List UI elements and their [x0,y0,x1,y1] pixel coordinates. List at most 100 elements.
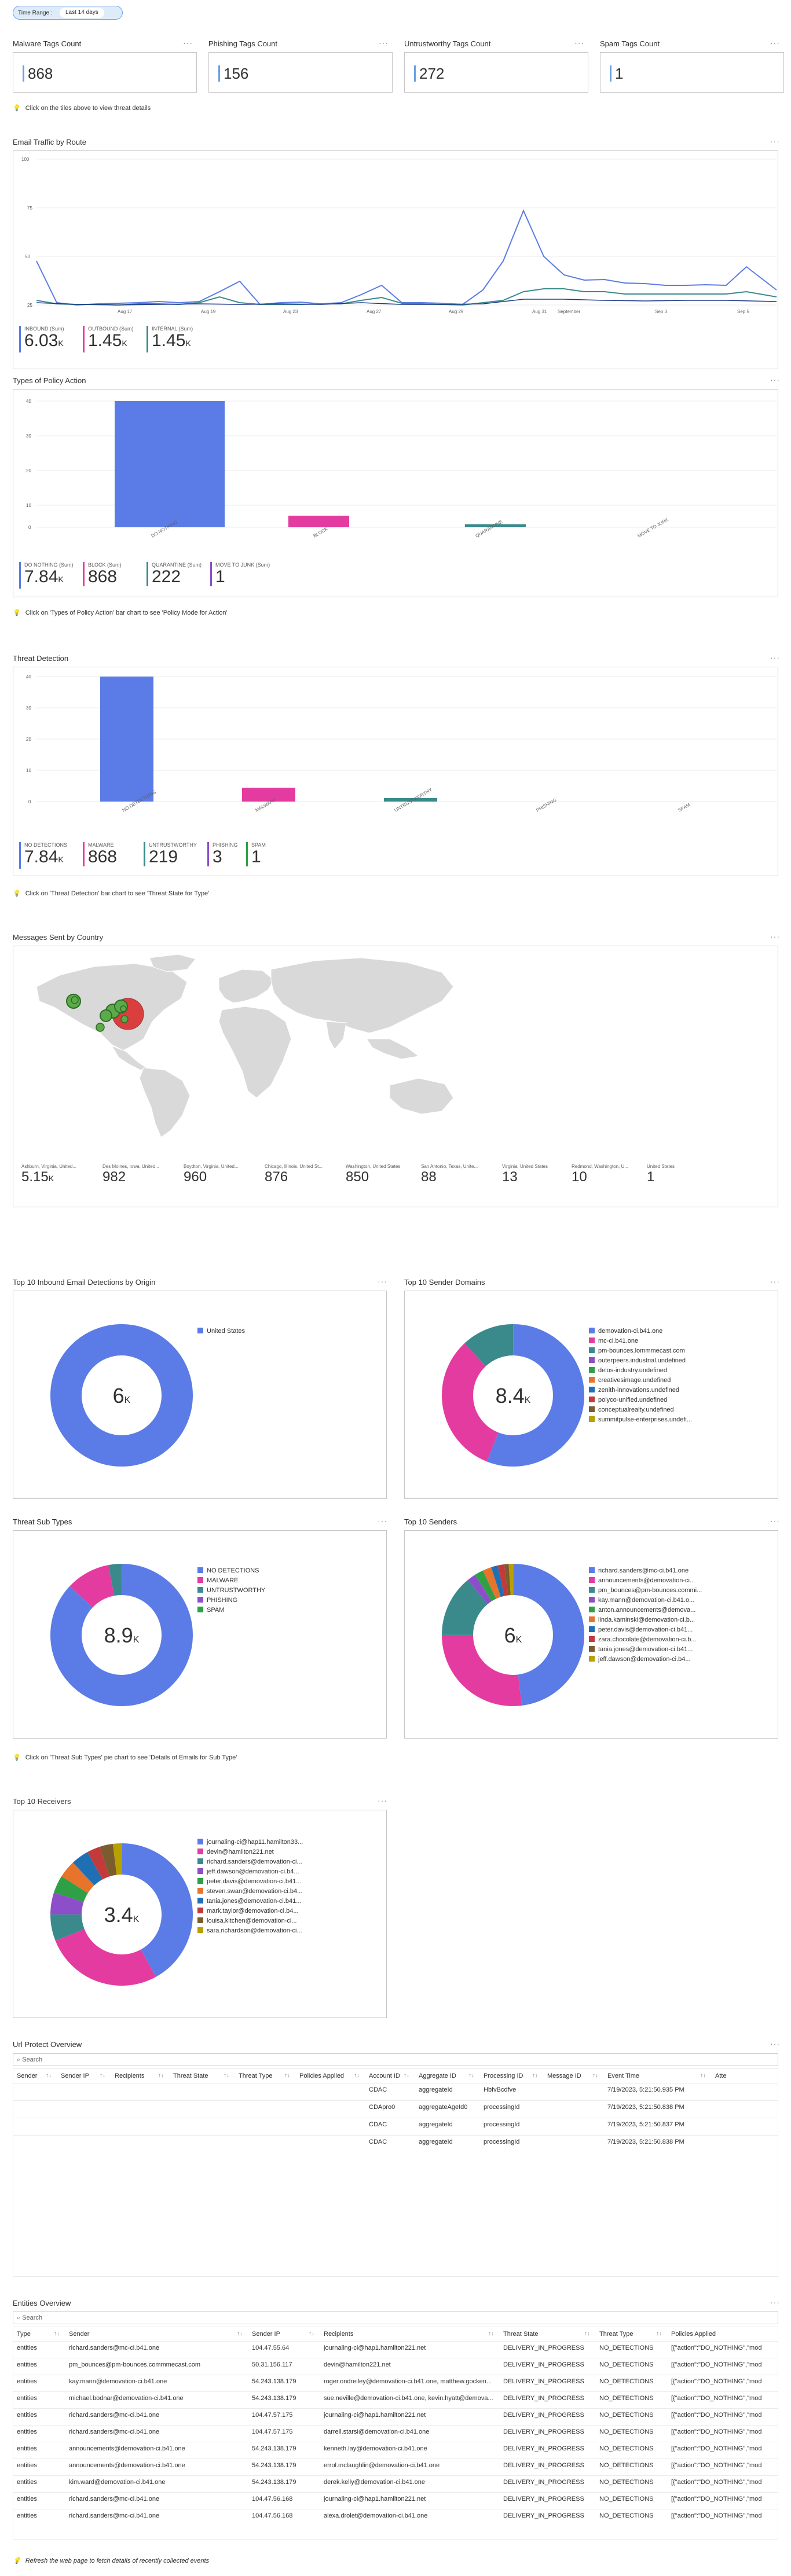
legend-item[interactable]: demovation-ci.b41.one [589,1327,692,1337]
legend-item[interactable]: pm_bounces@pm-bounces.commi... [589,1586,702,1596]
column-header[interactable]: Policies Applied [299,2072,344,2079]
table-row[interactable] [13,2425,778,2426]
map-stat[interactable]: Ashburn, Virginia, United... 5.15K [21,1164,76,1185]
tile-phishing[interactable]: 156 [208,52,393,93]
receivers-menu-icon[interactable]: ··· [378,1796,387,1805]
policy-bar-block[interactable] [288,516,349,527]
column-header[interactable]: Aggregate ID [419,2072,456,2079]
threat-legend-phishing[interactable]: PHISHING 3 [207,842,238,866]
tile-menu-icon[interactable]: ··· [770,38,780,47]
threat-legend-malware[interactable]: MALWARE 868 [83,842,117,866]
sort-icon[interactable]: ↑↓ [284,2072,290,2079]
legend-item[interactable]: polyco-unified.undefined [589,1396,692,1406]
bubble-virginia[interactable] [120,1015,129,1023]
bubble-chicago[interactable] [100,1009,112,1022]
tile-malware[interactable]: 868 [13,52,197,93]
bubble-redmond[interactable] [71,996,79,1004]
legend-item[interactable]: conceptualrealty.undefined [589,1406,692,1416]
column-header[interactable]: Message ID [547,2072,581,2079]
legend-item[interactable]: richard.sanders@mc-ci.b41.one [589,1567,702,1577]
legend-item[interactable]: peter.davis@demovation-ci.b41... [197,1877,303,1887]
sort-icon[interactable]: ↑↓ [309,2331,314,2337]
column-header[interactable]: Sender IP [61,2072,89,2079]
column-header[interactable]: Type [17,2331,31,2338]
legend-item[interactable]: United States [197,1327,245,1337]
time-range-value[interactable]: Last 14 days [60,8,104,18]
origin-menu-icon[interactable]: ··· [378,1277,387,1286]
map-stat[interactable]: Virginia, United States 13 [502,1164,548,1185]
tile-untrustworthy[interactable]: 272 [404,52,588,93]
map-stat[interactable]: Chicago, Illinois, United St... 876 [265,1164,323,1185]
threat-bar-malware[interactable] [242,788,295,802]
column-header[interactable]: Sender [17,2072,37,2079]
column-header[interactable]: Threat Type [599,2331,633,2338]
legend-item[interactable]: sara.richardson@demovation-ci... [197,1927,303,1936]
legend-item[interactable]: NO DETECTIONS [197,1567,265,1577]
map-stat[interactable]: United States 1 [647,1164,675,1185]
column-header[interactable]: Recipients [324,2331,353,2338]
legend-item[interactable]: kay.mann@demovation-ci.b41.o... [589,1596,702,1606]
subtypes-menu-icon[interactable]: ··· [378,1516,387,1526]
legend-item[interactable]: richard.sanders@demovation-ci... [197,1858,303,1868]
column-header[interactable]: Recipients [115,2072,144,2079]
sort-icon[interactable]: ↑↓ [237,2331,243,2337]
sort-icon[interactable]: ↑↓ [46,2072,52,2079]
domains-menu-icon[interactable]: ··· [770,1277,780,1286]
legend-item[interactable]: devin@hamilton221.net [197,1848,303,1858]
legend-item[interactable]: jeff.dawson@demovation-ci.b4... [589,1655,702,1665]
map-menu-icon[interactable]: ··· [770,932,780,941]
traffic-legend-inbound[interactable]: INBOUND (Sum) 6.03K [19,326,64,352]
sort-icon[interactable]: ↑↓ [488,2331,494,2337]
table-row[interactable] [13,2475,778,2476]
policy-bar-do-nothing[interactable] [115,401,225,527]
legend-item[interactable]: jeff.dawson@demovation-ci.b4... [197,1868,303,1877]
legend-item[interactable]: linda.kaminski@demovation-ci.b... [589,1616,702,1626]
column-header[interactable]: Processing ID [484,2072,523,2079]
table-row[interactable] [13,2492,778,2493]
traffic-legend-internal[interactable]: INTERNAL (Sum) 1.45K [147,326,193,352]
tile-menu-icon[interactable]: ··· [379,38,389,47]
legend-item[interactable]: peter.davis@demovation-ci.b41... [589,1626,702,1636]
legend-item[interactable]: tania.jones@demovation-ci.b41... [197,1897,303,1907]
sort-icon[interactable]: ↑↓ [224,2072,229,2079]
sort-icon[interactable]: ↑↓ [532,2072,538,2079]
sort-icon[interactable]: ↑↓ [584,2331,590,2337]
legend-item[interactable]: UNTRUSTWORTHY [197,1586,265,1596]
table-row[interactable] [13,2341,778,2342]
policy-legend-quarantine[interactable]: QUARANTINE (Sum) 222 [147,562,202,586]
threat-menu-icon[interactable]: ··· [770,653,780,662]
tile-spam[interactable]: 1 [600,52,784,93]
map-stat[interactable]: Boydton, Virginia, United... 960 [184,1164,239,1185]
sort-icon[interactable]: ↑↓ [54,2331,60,2337]
legend-item[interactable]: pm-bounces.lommmecast.com [589,1347,692,1357]
legend-item[interactable]: zara.chocolate@demovation-ci.b... [589,1636,702,1645]
legend-item[interactable]: SPAM [197,1606,265,1616]
column-header[interactable]: Threat Type [239,2072,273,2079]
traffic-menu-icon[interactable]: ··· [770,137,780,146]
threat-legend-no-detections[interactable]: NO DETECTIONS 7.84K [19,842,67,869]
map-stat[interactable]: Des Moines, Iowa, United... 982 [102,1164,159,1185]
sort-icon[interactable]: ↑↓ [656,2331,662,2337]
column-header[interactable]: Sender IP [252,2331,280,2338]
sort-icon[interactable]: ↑↓ [468,2072,474,2079]
entities-menu-icon[interactable]: ··· [770,2298,780,2307]
bubble-san-antonio[interactable] [96,1023,105,1032]
policy-menu-icon[interactable]: ··· [770,375,780,384]
legend-item[interactable]: tania.jones@demovation-ci.b41... [589,1645,702,1655]
table-row[interactable] [13,2408,778,2409]
map-stat[interactable]: Washington, United States 850 [346,1164,400,1185]
policy-legend-junk[interactable]: MOVE TO JUNK (Sum) 1 [210,562,270,586]
map-stat[interactable]: San Antonio, Texas, Unite... 88 [421,1164,478,1185]
legend-item[interactable]: louisa.kitchen@demovation-ci... [197,1917,303,1927]
url-protect-search-input[interactable]: ⌕ Search [13,2053,778,2066]
sort-icon[interactable]: ↑↓ [700,2072,706,2079]
sort-icon[interactable]: ↑↓ [592,2072,598,2079]
column-header[interactable]: Account ID [369,2072,400,2079]
legend-item[interactable]: creativesimage.undefined [589,1376,692,1386]
legend-item[interactable]: mc-ci.b41.one [589,1337,692,1347]
sort-icon[interactable]: ↑↓ [404,2072,409,2079]
column-header[interactable]: Threat State [503,2331,539,2338]
legend-item[interactable]: announcements@demovation-ci... [589,1577,702,1586]
legend-item[interactable]: MALWARE [197,1577,265,1586]
column-header[interactable]: Event Time [607,2072,639,2079]
